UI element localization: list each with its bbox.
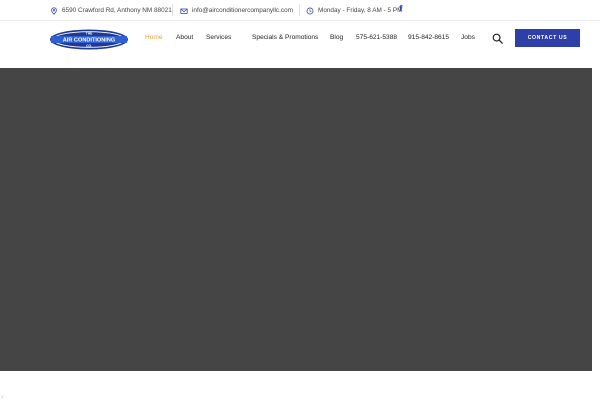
location-pin-icon — [51, 6, 57, 15]
nav-specials-promotions[interactable]: Specials & Promotions — [252, 34, 318, 41]
nav-blog[interactable]: Blog — [330, 34, 343, 41]
clock-icon — [306, 7, 314, 14]
nav-about[interactable]: About — [176, 34, 193, 41]
nav-home[interactable]: Home — [145, 34, 163, 41]
envelope-icon — [180, 8, 188, 14]
corner-marker: 3 — [1, 394, 4, 399]
address-info: 6590 Crawford Rd, Anthony NM 88021 — [50, 5, 172, 16]
contact-us-button[interactable]: CONTACT US — [515, 29, 580, 47]
hero-banner — [0, 68, 592, 371]
top-info-bar: 6590 Crawford Rd, Anthony NM 88021 info@… — [0, 0, 600, 21]
nav-phone-nm[interactable]: 575-621-5388 — [356, 34, 397, 41]
email-text[interactable]: info@airconditionercompanyllc.com — [192, 7, 293, 14]
nav-services[interactable]: Services — [206, 34, 231, 41]
email-info[interactable]: info@airconditionercompanyllc.com — [180, 5, 293, 16]
search-icon[interactable] — [492, 33, 503, 44]
facebook-icon[interactable]: f — [399, 4, 402, 13]
hours-text: Monday - Friday, 8 AM - 5 PM — [318, 7, 403, 14]
company-logo[interactable]: THE AIR CONDITIONING CO. — [49, 29, 129, 50]
main-navigation: THE AIR CONDITIONING CO. Home About Serv… — [0, 21, 600, 68]
logo-line-2: AIR CONDITIONING — [63, 38, 116, 44]
logo-line-3: CO. — [86, 44, 92, 48]
nav-jobs[interactable]: Jobs — [461, 34, 475, 41]
logo-line-1: THE — [86, 32, 93, 36]
address-text: 6590 Crawford Rd, Anthony NM 88021 — [62, 7, 172, 14]
nav-phone-tx[interactable]: 915-842-8615 — [408, 34, 449, 41]
divider — [299, 4, 300, 16]
hours-info: Monday - Friday, 8 AM - 5 PM — [306, 5, 402, 16]
divider — [172, 4, 173, 16]
